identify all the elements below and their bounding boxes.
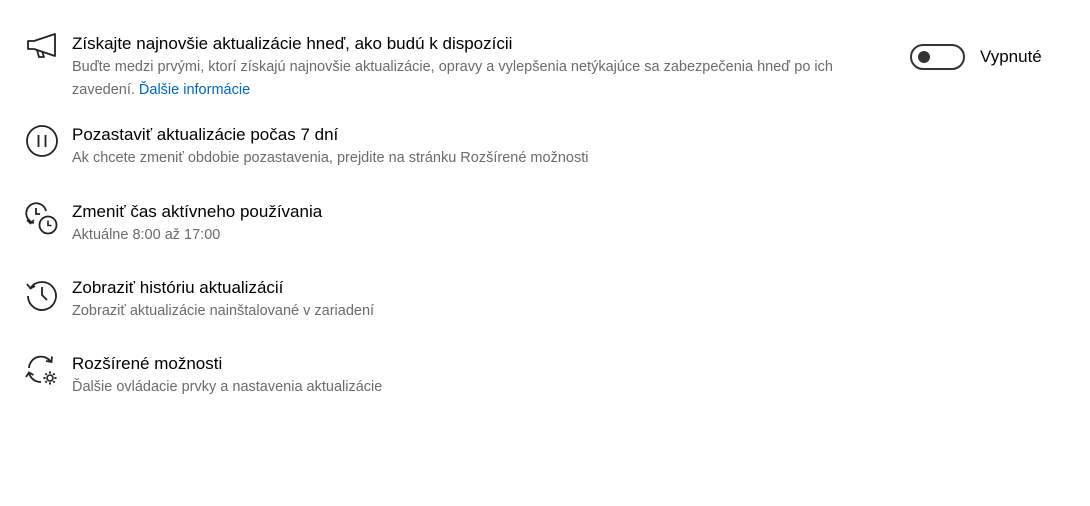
setting-latest-updates: Získajte najnovšie aktualizácie hneď, ak… [24,33,892,102]
advanced-options-description: Ďalšie ovládacie prvky a nastavenia aktu… [72,379,383,395]
toggle-state-label: Vypnuté [980,47,1042,66]
megaphone-icon [24,33,60,69]
latest-updates-description: Buďte medzi prvými, ktorí získajú najnov… [72,56,892,102]
pause-updates-description: Ak chcete zmeniť obdobie pozastavenia, p… [72,150,589,166]
setting-pause-updates[interactable]: Pozastaviť aktualizácie počas 7 dní Ak c… [24,124,588,170]
latest-updates-toggle[interactable]: Vypnuté [910,44,1042,70]
active-hours-title: Zmeniť čas aktívneho používania [72,202,323,221]
refresh-gear-icon [24,353,60,389]
clock-sync-icon [24,201,60,237]
latest-updates-title: Získajte najnovšie aktualizácie hneď, ak… [72,34,513,53]
active-hours-description: Aktuálne 8:00 až 17:00 [72,227,221,243]
more-info-link[interactable]: Ďalšie informácie [139,82,250,98]
setting-active-hours[interactable]: Zmeniť čas aktívneho používania Aktuálne… [24,201,322,247]
update-history-description: Zobraziť aktualizácie nainštalované v za… [72,303,375,319]
toggle-switch[interactable] [910,44,965,70]
pause-icon [24,124,60,160]
setting-advanced-options[interactable]: Rozšírené možnosti Ďalšie ovládacie prvk… [24,353,382,399]
history-icon [24,277,60,313]
toggle-knob [918,51,930,63]
pause-updates-title: Pozastaviť aktualizácie počas 7 dní [72,125,339,144]
setting-update-history[interactable]: Zobraziť históriu aktualizácií Zobraziť … [24,277,374,323]
update-history-title: Zobraziť históriu aktualizácií [72,278,284,297]
advanced-options-title: Rozšírené možnosti [72,354,223,373]
